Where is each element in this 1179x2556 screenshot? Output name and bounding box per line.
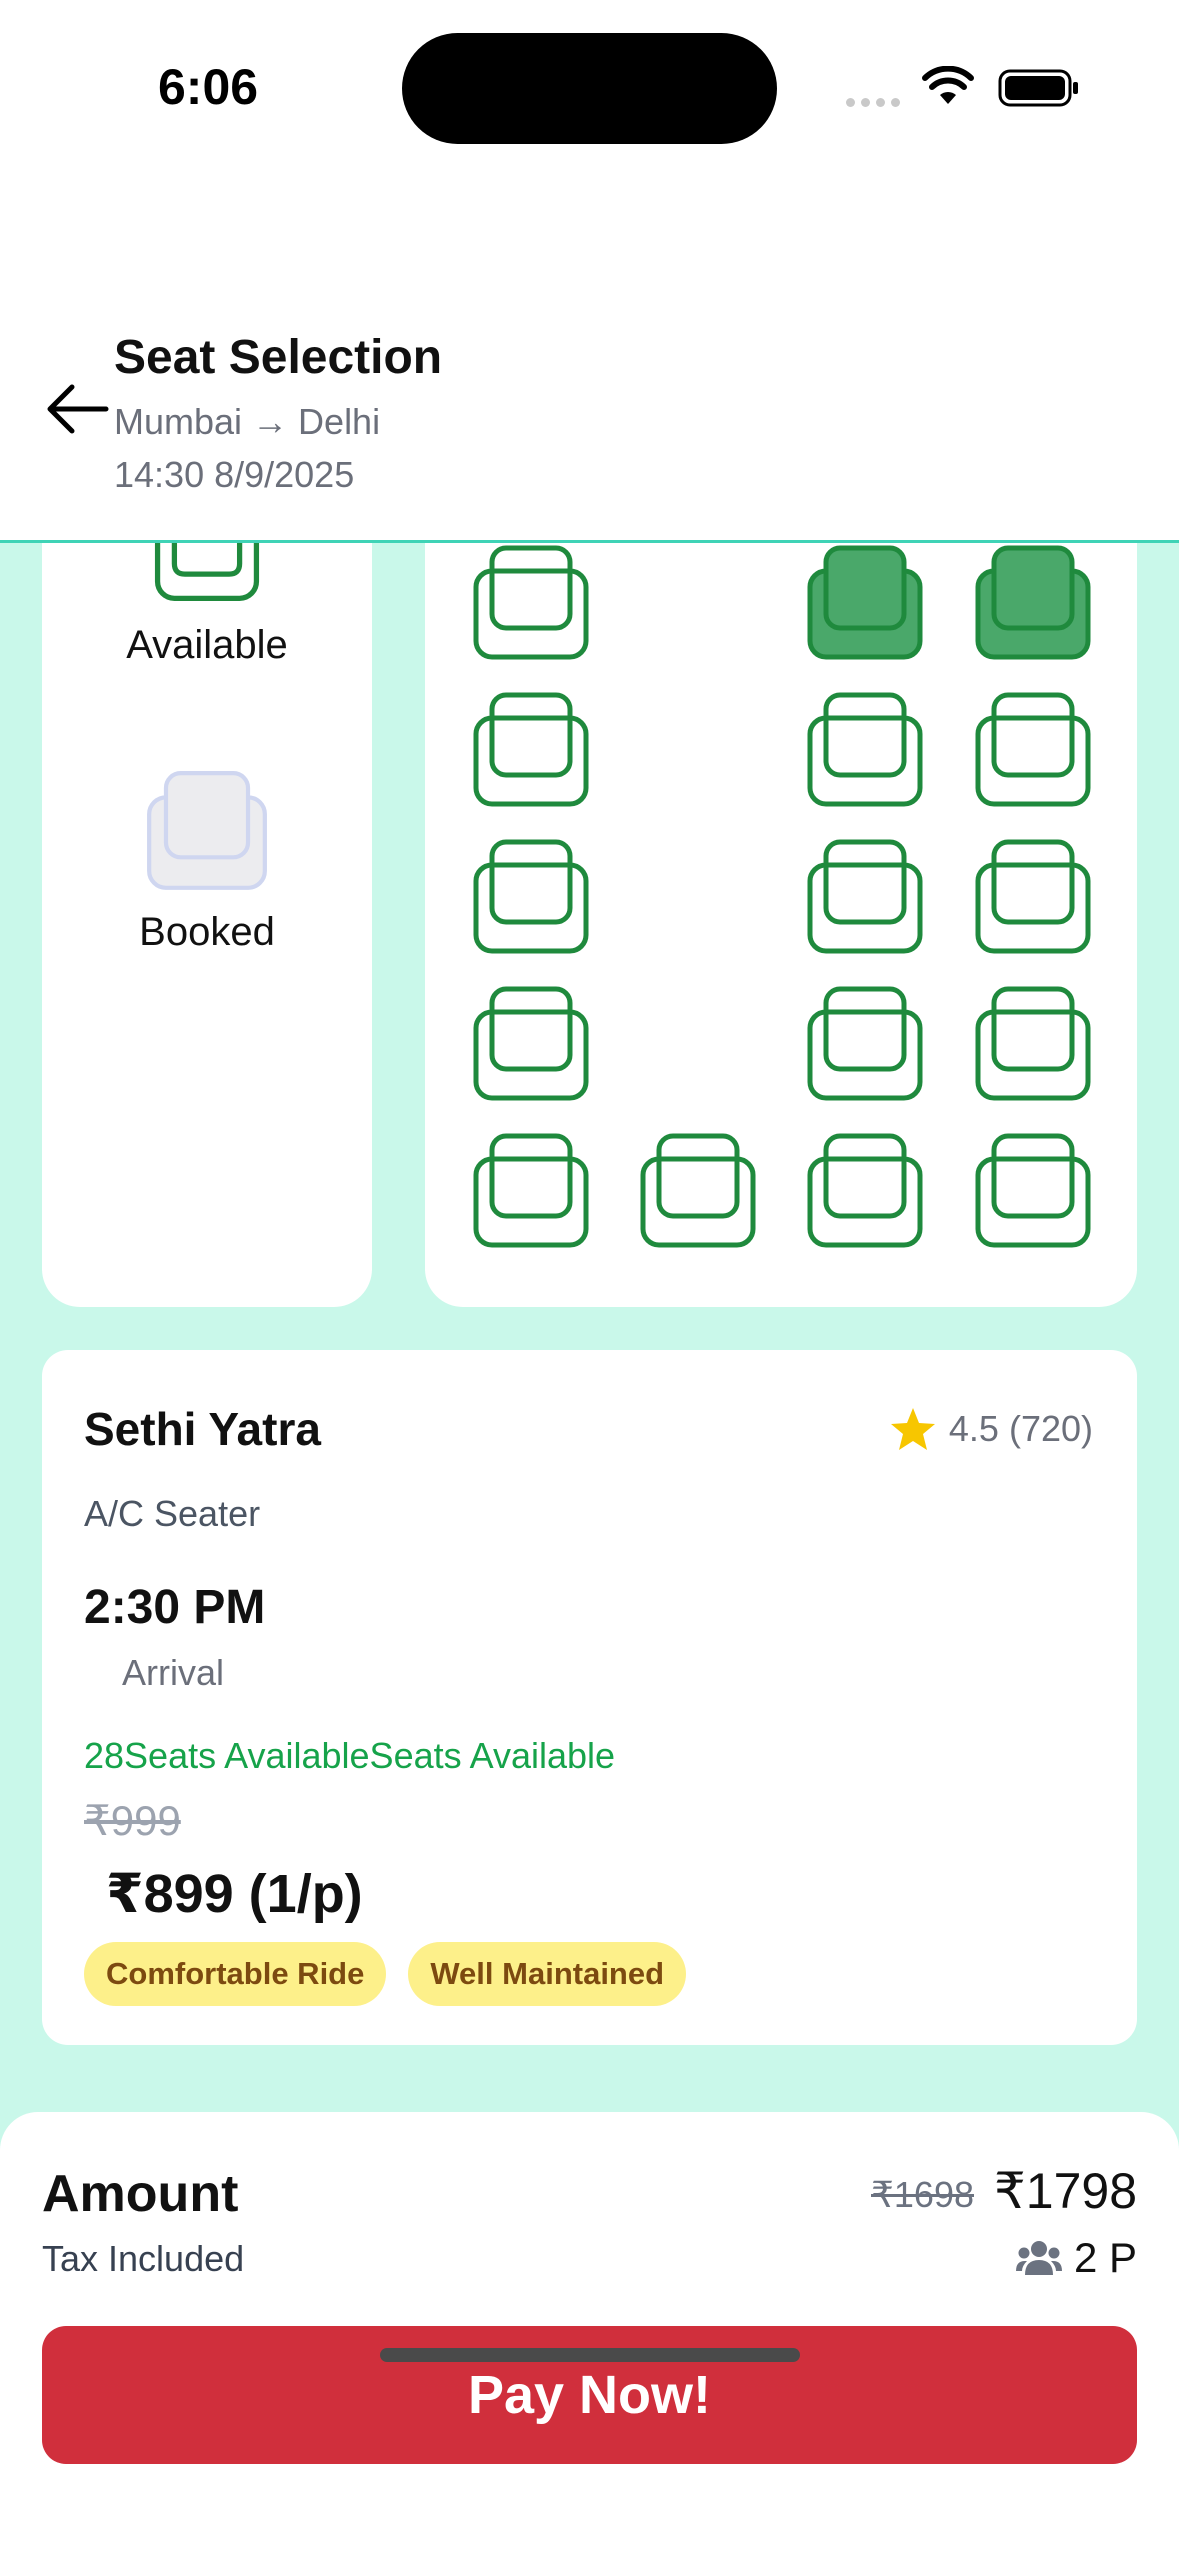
- bus-type: A/C Seater: [84, 1493, 261, 1534]
- passenger-count: 2 P: [1015, 2234, 1137, 2282]
- passenger-count-text: 2 P: [1073, 2234, 1137, 2281]
- status-time: 6:06: [158, 59, 259, 115]
- ticket-price: ₹899 (1/p): [106, 1864, 363, 1924]
- seat-map: [425, 480, 1137, 1307]
- seat-available[interactable]: [473, 545, 589, 661]
- feature-tags: Comfortable Ride Well Maintained: [84, 1942, 687, 2006]
- seat-available[interactable]: [975, 986, 1091, 1102]
- rating-value: 4.5 (720): [948, 1408, 1093, 1449]
- people-icon: [1015, 2241, 1062, 2275]
- arrival-label: Arrival: [122, 1652, 225, 1693]
- seat-available[interactable]: [975, 692, 1091, 808]
- tax-label: Tax Included: [42, 2238, 245, 2279]
- journey-datetime: 14:30 8/9/2025: [114, 454, 355, 495]
- legend-available-label: Available: [126, 623, 288, 667]
- bus-info-card[interactable]: Sethi Yatra 4.5 (720) A/C Seater 2:30 PM…: [42, 1350, 1137, 2045]
- booked-seat-icon: [147, 771, 267, 890]
- dynamic-island: [402, 33, 777, 144]
- star-icon: [890, 1408, 935, 1450]
- page-title: Seat Selection: [114, 331, 443, 384]
- tag-badge: Well Maintained: [408, 1942, 687, 2006]
- legend-booked-label: Booked: [139, 910, 275, 954]
- seat-selected[interactable]: [975, 545, 1091, 661]
- seat-available[interactable]: [975, 839, 1091, 955]
- seat-available[interactable]: [807, 986, 923, 1102]
- battery-icon: [998, 69, 1078, 107]
- operator-name: Sethi Yatra: [84, 1403, 321, 1455]
- page-header: Seat Selection Mumbai → Delhi 14:30 8/9/…: [0, 175, 1179, 543]
- payment-summary: Amount Tax Included ₹1698 ₹1798 2 P Pay …: [0, 2112, 1179, 2556]
- wifi-icon: [922, 66, 974, 104]
- original-price: ₹999: [84, 1797, 181, 1844]
- original-amount: ₹1698: [871, 2174, 974, 2215]
- seat-available[interactable]: [975, 1133, 1091, 1249]
- route-text: Mumbai → Delhi: [114, 401, 381, 442]
- seats-available: 28Seats AvailableSeats Available: [84, 1735, 616, 1776]
- rating: 4.5 (720): [889, 1406, 1093, 1452]
- seat-available[interactable]: [807, 1133, 923, 1249]
- seat-available[interactable]: [640, 1133, 756, 1249]
- seat-selected[interactable]: [807, 545, 923, 661]
- home-indicator: [380, 2348, 800, 2362]
- seat-available[interactable]: [473, 839, 589, 955]
- total-amount: ₹1798: [993, 2163, 1137, 2219]
- seat-available[interactable]: [473, 986, 589, 1102]
- back-arrow-icon[interactable]: [44, 381, 110, 437]
- seat-available[interactable]: [807, 839, 923, 955]
- amount-label: Amount: [42, 2165, 239, 2223]
- pay-now-button[interactable]: Pay Now!: [42, 2326, 1137, 2464]
- seat-available[interactable]: [473, 692, 589, 808]
- tag-badge: Comfortable Ride: [84, 1942, 387, 2006]
- departure-time: 2:30 PM: [84, 1581, 266, 1634]
- seat-available[interactable]: [807, 692, 923, 808]
- cellular-signal-icon: [846, 94, 906, 112]
- seat-available[interactable]: [473, 1133, 589, 1249]
- status-bar: 6:06: [0, 0, 1179, 175]
- seat-legend: Available Booked: [42, 480, 372, 1307]
